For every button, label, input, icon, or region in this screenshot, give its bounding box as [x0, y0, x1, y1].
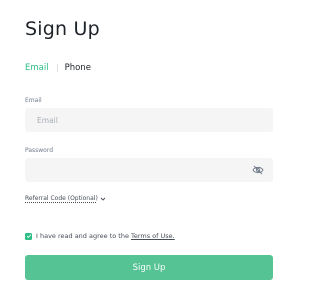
signup-method-tabs: Email Phone: [25, 63, 91, 73]
email-field[interactable]: [35, 114, 263, 126]
email-field-container: [25, 108, 273, 132]
password-label: Password: [25, 147, 54, 154]
page-title: Sign Up: [25, 18, 100, 40]
tab-divider: [56, 64, 58, 72]
terms-of-use-link[interactable]: Terms of Use.: [131, 232, 175, 240]
password-field-container: [25, 158, 273, 182]
email-label: Email: [25, 97, 42, 104]
password-field[interactable]: [35, 164, 263, 176]
check-icon: [26, 234, 31, 238]
sign-up-button[interactable]: Sign Up: [25, 255, 273, 280]
referral-code-label: Referral Code (Optional): [25, 195, 98, 202]
terms-agreement: I have read and agree to the Terms of Us…: [25, 232, 175, 240]
tab-email[interactable]: Email: [25, 63, 49, 73]
terms-checkbox[interactable]: [25, 232, 32, 240]
terms-text: I have read and agree to the: [36, 232, 129, 240]
referral-code-toggle[interactable]: Referral Code (Optional): [25, 195, 106, 202]
tab-phone[interactable]: Phone: [65, 63, 91, 73]
chevron-down-icon: [100, 197, 106, 201]
eye-hidden-icon[interactable]: [252, 165, 264, 175]
